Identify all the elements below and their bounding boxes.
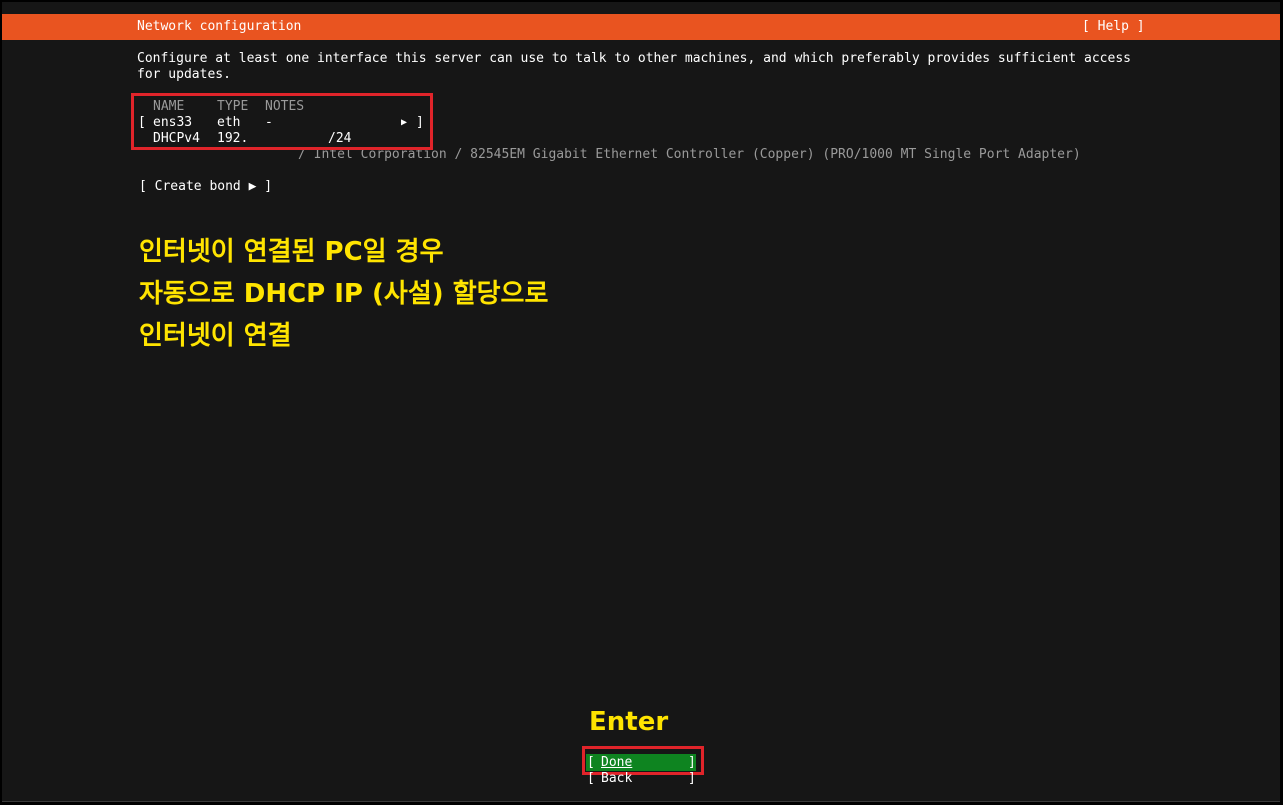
interface-highlight-box [131,93,433,150]
page-title: Network configuration [137,19,302,34]
create-bond-button[interactable]: [ Create bond ▶ ] [139,179,272,195]
annotation-line-3: 인터넷이 연결 [139,321,292,351]
description-text: Configure at least one interface this se… [137,51,1131,82]
back-bracket-close: ] [688,771,696,786]
help-button[interactable]: [ Help ] [1082,18,1145,36]
annotation-line-1: 인터넷이 연결된 PC일 경우 [139,237,444,267]
back-bracket-open: [ [587,771,595,786]
back-label: Back [601,771,633,786]
annotation-line-2: 자동으로 DHCP IP (사설) 할당으로 [139,279,549,309]
enter-annotation: Enter [589,707,669,737]
